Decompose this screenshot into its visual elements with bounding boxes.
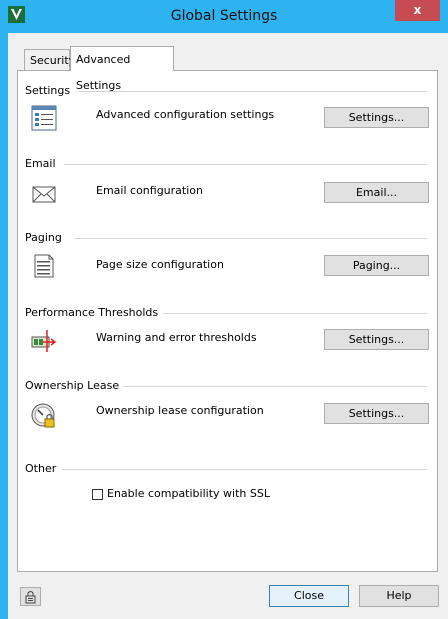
settings-description: Advanced configuration settings [96,108,275,121]
tab-advanced-settings[interactable]: Advanced Settings [70,46,174,92]
performance-description: Warning and error thresholds [96,331,257,344]
paging-button[interactable]: Paging... [324,255,429,276]
close-button[interactable]: Close [269,585,349,607]
section-divider [74,238,427,239]
section-header-ownership: Ownership Lease [25,379,120,392]
advanced-settings-button[interactable]: Settings... [324,107,429,128]
lock-icon [25,591,36,604]
threshold-icon [31,330,57,352]
ownership-settings-button[interactable]: Settings... [324,403,429,424]
ssl-compatibility-checkbox[interactable] [92,489,103,500]
document-pages-icon [34,254,54,278]
close-window-button[interactable]: x [395,0,440,21]
help-button[interactable]: Help [359,585,439,607]
section-divider [62,469,427,470]
section-header-settings: Settings [25,84,71,97]
tab-security[interactable]: Security [24,49,75,71]
lock-button[interactable] [20,587,41,606]
section-header-performance: Performance Thresholds [25,306,159,319]
title-bar[interactable]: Global Settings x [0,0,448,33]
section-divider [64,164,427,165]
envelope-icon [32,186,56,203]
section-divider [78,91,427,92]
window-title: Global Settings [170,8,278,24]
ownership-description: Ownership lease configuration [96,404,264,417]
settings-list-icon [31,105,57,131]
section-header-paging: Paging [25,231,62,244]
email-button[interactable]: Email... [324,182,429,203]
section-divider [163,313,427,314]
email-description: Email configuration [96,184,203,197]
gauge-lock-icon [31,403,55,428]
ssl-compatibility-label[interactable]: Enable compatibility with SSL [107,487,270,500]
section-divider [123,386,427,387]
performance-settings-button[interactable]: Settings... [324,329,429,350]
section-header-other: Other [25,462,57,475]
paging-description: Page size configuration [96,258,224,271]
section-header-email: Email [25,157,56,170]
